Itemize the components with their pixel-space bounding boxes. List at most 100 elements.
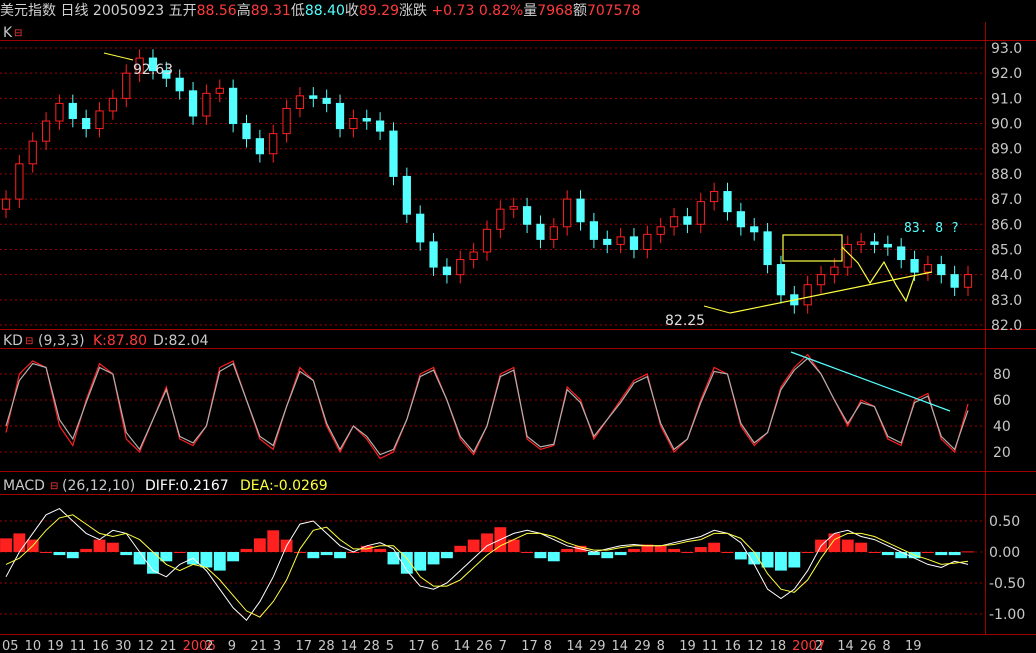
x-date-label: 19: [679, 639, 696, 653]
target-annotation: 83. 8 ?: [904, 221, 959, 236]
candle-body: [108, 97, 118, 112]
x-date-label: 14: [566, 639, 583, 653]
x-date-label: 16: [724, 639, 741, 653]
macd-bar: [534, 552, 547, 559]
candle-body: [456, 259, 465, 276]
candle-body: [763, 231, 772, 266]
x-date-label: 11: [702, 639, 719, 653]
macd-bar: [334, 552, 346, 559]
candle-body: [883, 243, 892, 248]
candle-body: [295, 95, 305, 109]
candle-body: [710, 191, 719, 203]
kd-resistance-trendline: [790, 351, 951, 412]
candle-body: [509, 206, 518, 210]
candle-body: [950, 274, 959, 288]
candle-body: [1, 198, 11, 210]
x-date-label: 29: [634, 639, 651, 653]
price-tick-label: 87.0: [991, 192, 1022, 208]
candle-body: [923, 264, 933, 273]
macd-panel-label: MACD: [3, 478, 45, 494]
macd-panel-menu-icon[interactable]: ⊟: [50, 481, 58, 492]
macd-bar: [841, 539, 854, 552]
x-date-label: 19: [905, 639, 922, 653]
candle-body: [856, 241, 866, 245]
macd-bar: [734, 552, 747, 560]
candle-body: [349, 118, 358, 130]
candle-body: [175, 77, 184, 92]
candle-body: [55, 102, 64, 122]
macd-bar: [654, 545, 667, 552]
price-tick-label: 93.0: [991, 41, 1022, 57]
candle-body: [482, 228, 492, 253]
support-trendline: [729, 271, 933, 314]
candle-body: [215, 87, 224, 94]
price-tick-label: 86.0: [991, 217, 1022, 233]
candle-body: [402, 175, 411, 215]
candle-body: [269, 133, 278, 155]
candle-body: [389, 130, 398, 177]
macd-bar: [13, 533, 26, 552]
candle-body: [870, 241, 879, 245]
x-date-label: 5: [386, 639, 394, 653]
macd-bar: [307, 552, 320, 559]
macd-bar: [173, 552, 186, 553]
macd-diff-value: DIFF:0.2167: [145, 478, 229, 494]
x-date-label: 8: [882, 639, 890, 653]
macd-bar: [267, 530, 280, 552]
macd-bar: [0, 538, 12, 552]
x-date-label: 12: [747, 639, 764, 653]
kd-d-value: D:82.04: [153, 333, 209, 349]
macd-bar: [521, 552, 534, 553]
candle-body: [696, 201, 705, 225]
kd-params: (9,3,3): [38, 333, 85, 349]
macd-tick-label: -0.50: [989, 576, 1025, 592]
macd-bar: [454, 545, 467, 552]
x-date-label: 21: [160, 639, 177, 653]
candle-body: [963, 274, 973, 288]
x-date-label: 28: [318, 639, 335, 653]
macd-bar: [668, 548, 680, 552]
candle-body: [82, 118, 91, 130]
x-date-label: 14: [612, 639, 629, 653]
price-tick-label: 84.0: [991, 268, 1022, 284]
kd-tick-label: 20: [993, 445, 1011, 461]
chart-area[interactable]: 93.0 92.0 91.0 90.0 89.0 88.0 87.0 86.0 85.0 84.0…: [0, 0, 1036, 653]
x-date-label: 16: [92, 639, 109, 653]
macd-bar: [895, 552, 908, 559]
macd-tick-label: 0.00: [989, 545, 1020, 561]
macd-bar: [80, 548, 93, 552]
candle-body: [683, 216, 692, 225]
x-date-label: 19: [47, 639, 64, 653]
price-panel-label: K: [3, 25, 13, 41]
kd-k-value: K:87.80: [93, 333, 147, 349]
candle-body: [910, 259, 919, 273]
price-tick-label: 89.0: [991, 142, 1022, 158]
macd-bar: [93, 539, 106, 552]
macd-bar: [227, 552, 240, 562]
price-panel-menu-icon[interactable]: ⊟: [14, 28, 22, 39]
macd-bar: [935, 552, 948, 556]
candle-body: [629, 236, 639, 250]
candle-body: [496, 208, 505, 230]
candle-body: [643, 233, 652, 250]
macd-bar: [547, 552, 560, 562]
candle-body: [202, 92, 211, 117]
candle-body: [242, 123, 251, 140]
x-date-label: 30: [115, 639, 132, 653]
macd-bar: [40, 552, 53, 553]
kd-panel-menu-icon[interactable]: ⊟: [25, 336, 33, 347]
x-date-label: 10: [25, 639, 42, 653]
x-date-label: 17: [295, 639, 312, 653]
candle-body: [469, 251, 478, 261]
candle-body: [536, 223, 545, 240]
x-date-label: 26: [860, 639, 877, 653]
candle-body: [750, 226, 759, 233]
high-annotation: 92.63: [133, 62, 173, 78]
macd-bar: [374, 548, 387, 552]
x-date-label: 2: [815, 639, 823, 653]
macd-bar: [721, 552, 734, 553]
candle-body: [442, 266, 452, 276]
candle-body: [897, 246, 906, 261]
candle-body: [322, 97, 331, 104]
macd-bar: [213, 552, 226, 571]
